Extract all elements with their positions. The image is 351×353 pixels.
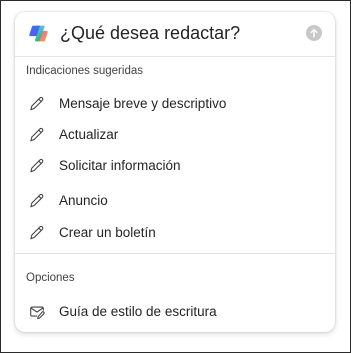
pencil-icon [30, 127, 44, 142]
send-arrow-up-icon [310, 28, 318, 38]
window-frame: ¿Qué desea redactar? Indicaciones sugeri… [0, 0, 351, 353]
suggested-prompts-heading: Indicaciones sugeridas [26, 65, 143, 77]
option-item-writing-style-guide[interactable]: Guía de estilo de escritura [15, 297, 335, 327]
suggestion-label: Actualizar [59, 127, 119, 142]
option-label: Guía de estilo de escritura [59, 304, 217, 319]
pencil-icon [30, 193, 44, 208]
suggestion-label: Mensaje breve y descriptivo [59, 96, 227, 111]
suggestion-item-actualizar[interactable]: Actualizar [15, 120, 335, 150]
suggestion-item-solicitar-informacion[interactable]: Solicitar información [15, 151, 335, 181]
pencil-icon [30, 96, 44, 111]
options-heading: Opciones [26, 272, 75, 284]
suggestion-item-mensaje-breve[interactable]: Mensaje breve y descriptivo [15, 89, 335, 119]
prompt-input[interactable]: ¿Qué desea redactar? [60, 22, 240, 44]
suggestion-label: Anuncio [59, 193, 108, 208]
compose-prompt-menu: ¿Qué desea redactar? Indicaciones sugeri… [15, 12, 335, 332]
pencil-icon [30, 225, 44, 240]
suggestion-label: Crear un boletín [59, 225, 156, 240]
header-divider [15, 56, 335, 57]
suggestion-item-crear-boletin[interactable]: Crear un boletín [15, 218, 335, 248]
suggestion-label: Solicitar información [59, 158, 181, 173]
suggestion-item-anuncio[interactable]: Anuncio [15, 186, 335, 216]
copilot-logo-icon [29, 25, 48, 42]
send-button[interactable] [306, 25, 322, 41]
prompt-header: ¿Qué desea redactar? [15, 12, 335, 56]
mail-edit-icon [30, 306, 45, 320]
pencil-icon [30, 158, 44, 173]
section-divider [15, 253, 335, 254]
